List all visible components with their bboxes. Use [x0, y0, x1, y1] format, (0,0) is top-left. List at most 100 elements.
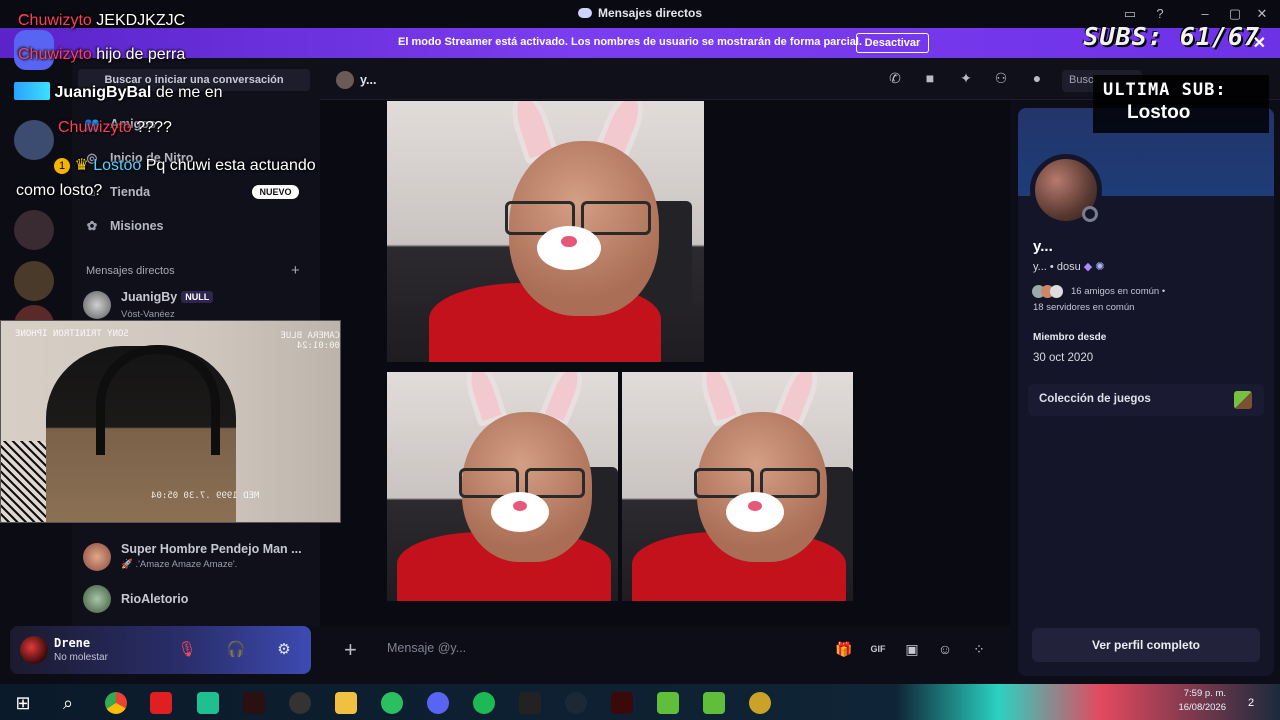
- file-explorer-icon[interactable]: [335, 692, 357, 714]
- minecraft-icon[interactable]: [657, 692, 679, 714]
- profile-panel: y... y... • dosu ◆ ✺ 16 amigos en común …: [1018, 108, 1274, 676]
- dm-name: JuanigBy NULL: [121, 290, 214, 304]
- add-dm-icon[interactable]: +: [291, 262, 300, 279]
- sticker-icon[interactable]: ▣: [903, 640, 921, 658]
- mutual-avatars: [1032, 285, 1066, 299]
- dm-status: 🚀 .'Amaze Amaze Amaze'.: [121, 559, 238, 570]
- app-icon[interactable]: [197, 692, 219, 714]
- voice-call-icon[interactable]: ✆: [884, 70, 906, 90]
- steam-icon[interactable]: [565, 692, 587, 714]
- add-friend-icon[interactable]: ⚇: [990, 70, 1012, 90]
- view-full-profile-button[interactable]: Ver perfil completo: [1032, 628, 1260, 662]
- message-input[interactable]: Mensaje @y...: [387, 641, 466, 655]
- discord-icon: [577, 8, 592, 18]
- glasses: [581, 201, 651, 235]
- avatar: [83, 543, 111, 571]
- quests-icon: ✿: [86, 219, 98, 233]
- chat-badge-icon: [14, 82, 50, 100]
- obs-icon[interactable]: [289, 692, 311, 714]
- last-sub-overlay: ULTIMA SUB: Lostoo: [1093, 75, 1269, 133]
- game-collection-row[interactable]: Colección de juegos: [1028, 384, 1264, 416]
- attach-plus-icon[interactable]: +: [344, 637, 357, 663]
- settings-gear-icon[interactable]: ⚙: [273, 639, 295, 661]
- chat-line: Chuwizyto hijo de perra: [18, 46, 186, 63]
- member-since-label: Miembro desde: [1033, 332, 1107, 343]
- user-name: Drene: [54, 636, 91, 650]
- avatar: [336, 71, 354, 89]
- video-app-icon[interactable]: [150, 692, 172, 714]
- video-tile[interactable]: [387, 101, 704, 362]
- apps-icon[interactable]: ⁘: [970, 640, 988, 658]
- server-icon[interactable]: [14, 210, 54, 250]
- headphones-icon[interactable]: 🎧: [225, 639, 247, 661]
- nitro-tag: NULL: [181, 291, 214, 303]
- close-icon[interactable]: ✕: [1253, 33, 1266, 53]
- mutual-servers-link[interactable]: 18 servidores en común: [1033, 302, 1134, 313]
- epic-games-icon[interactable]: [519, 692, 541, 714]
- notifications-icon[interactable]: 2: [1240, 692, 1262, 714]
- headphones: [96, 345, 220, 455]
- dm-item[interactable]: RioAletorio: [80, 580, 316, 620]
- pin-icon[interactable]: ✦: [955, 70, 977, 90]
- mute-microphone-icon[interactable]: 🎙: [176, 639, 198, 661]
- gif-icon[interactable]: GIF: [869, 640, 887, 658]
- game-launcher-icon[interactable]: [243, 692, 265, 714]
- nitro-badge-icon: ◆: [1083, 261, 1093, 273]
- webcam-hud-text: SONY TRINITRON IPHONE: [15, 329, 129, 339]
- minecraft-icon[interactable]: [703, 692, 725, 714]
- app-icon[interactable]: [749, 692, 771, 714]
- app-icon[interactable]: [381, 692, 403, 714]
- server-icon[interactable]: [14, 120, 54, 160]
- video-call-icon[interactable]: ■: [919, 70, 941, 90]
- user-status: No molestar: [54, 652, 108, 663]
- emoji-icon[interactable]: ☺: [936, 640, 954, 658]
- minimize-button[interactable]: –: [1195, 4, 1215, 24]
- video-tile[interactable]: [387, 372, 618, 601]
- dm-item[interactable]: Super Hombre Pendejo Man ... 🚀 .'Amaze A…: [80, 538, 316, 578]
- disable-streamer-button[interactable]: Desactivar: [856, 33, 929, 53]
- streamer-webcam: SONY TRINITRON IPHONE CAMERA BLUE 00:01:…: [0, 320, 341, 523]
- webcam-hud-text: MED 1999 .7.30 05:04: [151, 491, 260, 501]
- status-indicator: [1082, 206, 1098, 222]
- gift-icon[interactable]: 🎁: [835, 640, 853, 658]
- fishnet-pattern: [1, 441, 49, 522]
- message-composer: + Mensaje @y... 🎁 GIF ▣ ☺ ⁘: [330, 626, 1005, 672]
- spotify-icon[interactable]: [473, 692, 495, 714]
- member-since-date: 30 oct 2020: [1033, 352, 1094, 364]
- maximize-button[interactable]: ▢: [1225, 4, 1245, 24]
- app-icon[interactable]: [611, 692, 633, 714]
- chat-line: JuanigByBal de me en: [14, 82, 223, 102]
- nav-quests[interactable]: ✿ Misiones: [84, 212, 164, 240]
- minecraft-cube-icon: [1234, 391, 1252, 409]
- discord-icon[interactable]: [427, 692, 449, 714]
- new-badge: NUEVO: [252, 185, 299, 199]
- user-panel: Drene No molestar 🎙 🎧 ⚙: [10, 626, 311, 674]
- last-sub-name: Lostoo: [1127, 102, 1191, 123]
- last-sub-heading: ULTIMA SUB:: [1103, 80, 1227, 100]
- video-tile[interactable]: [622, 372, 853, 601]
- server-icon[interactable]: [14, 261, 54, 301]
- game-collection-label: Colección de juegos: [1039, 393, 1151, 405]
- profile-name: y...: [1033, 238, 1053, 255]
- search-icon[interactable]: ⌕: [57, 692, 79, 714]
- system-clock[interactable]: 7:59 p. m. 16/08/2026: [1166, 687, 1226, 715]
- webcam-hud-text: CAMERA BLUE 00:01:24: [280, 331, 340, 351]
- bunny-nose: [726, 492, 784, 532]
- boost-badge-icon: ✺: [1095, 261, 1105, 273]
- profile-pronoun: dosu: [1056, 261, 1081, 273]
- inbox-icon[interactable]: ▭: [1120, 4, 1140, 24]
- crown-icon: ♛: [74, 157, 89, 174]
- window-title: Mensajes directos: [0, 6, 1280, 20]
- mutual-friends-link[interactable]: 16 amigos en común •: [1071, 286, 1165, 297]
- avatar: [83, 585, 111, 613]
- dm-channel-name: y...: [360, 73, 377, 87]
- avatar[interactable]: [20, 636, 48, 664]
- chrome-icon[interactable]: [105, 692, 127, 714]
- dm-section-header: Mensajes directos: [86, 265, 175, 277]
- profile-handle: y... • dosu ◆ ✺: [1033, 261, 1105, 273]
- dm-name: Super Hombre Pendejo Man ...: [121, 542, 302, 556]
- close-button[interactable]: ✕: [1252, 4, 1272, 24]
- windows-start-icon[interactable]: ⊞: [12, 692, 34, 714]
- help-icon[interactable]: ?: [1150, 4, 1170, 24]
- user-profile-icon[interactable]: ●: [1026, 70, 1048, 90]
